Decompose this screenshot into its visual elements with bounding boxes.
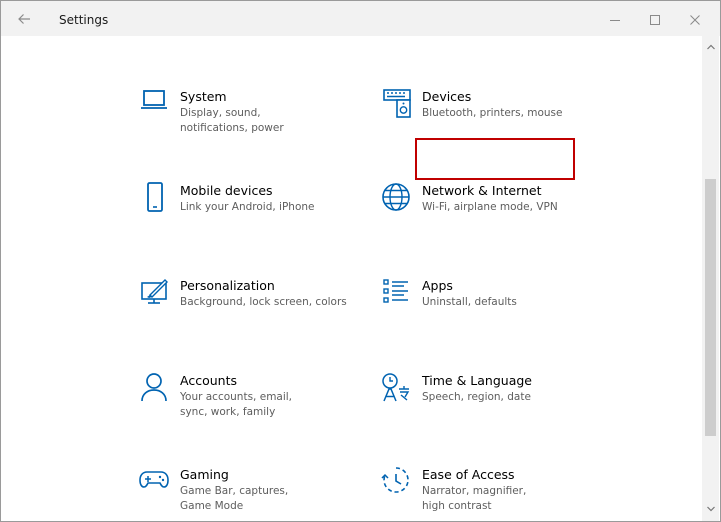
network-internet-tile[interactable]: Network & Internet Wi-Fi, airplane mode,… <box>378 182 558 216</box>
scroll-up-button[interactable] <box>705 42 716 52</box>
scroll-down-button[interactable] <box>705 504 716 514</box>
item-description: Speech, region, date <box>422 391 531 403</box>
item-title: Personalization <box>180 278 275 293</box>
time-language-icon <box>378 372 414 406</box>
item-description: Wi-Fi, airplane mode, VPN <box>422 201 558 213</box>
title-bar: Settings <box>1 1 720 36</box>
maximize-button[interactable] <box>635 7 675 33</box>
item-title: Network & Internet <box>422 183 542 198</box>
chevron-up-icon <box>706 44 715 50</box>
devices-tile[interactable]: Devices Bluetooth, printers, mouse <box>378 88 562 122</box>
scroll-thumb[interactable] <box>705 179 716 436</box>
item-title: Mobile devices <box>180 183 273 198</box>
maximize-icon <box>650 15 660 25</box>
ease-of-access-icon <box>378 466 414 500</box>
minimize-icon <box>610 20 620 21</box>
item-title: Accounts <box>180 373 237 388</box>
chevron-down-icon <box>706 506 715 512</box>
laptop-icon <box>136 88 172 122</box>
accounts-tile[interactable]: Accounts Your accounts, email, sync, wor… <box>136 372 320 420</box>
item-description: Narrator, magnifier, high contrast <box>422 485 527 512</box>
back-button[interactable] <box>9 7 39 31</box>
time-language-tile[interactable]: Time & Language Speech, region, date <box>378 372 532 406</box>
keyboard-speaker-icon <box>378 88 414 122</box>
mobile-devices-tile[interactable]: Mobile devices Link your Android, iPhone <box>136 182 315 216</box>
person-icon <box>136 372 172 406</box>
settings-content: System Display, sound, notifications, po… <box>1 36 701 521</box>
item-title: Time & Language <box>422 373 532 388</box>
item-title: Ease of Access <box>422 467 515 482</box>
personalization-tile[interactable]: Personalization Background, lock screen,… <box>136 277 347 311</box>
paint-screen-icon <box>136 277 172 311</box>
minimize-button[interactable] <box>595 7 635 33</box>
item-title: Devices <box>422 89 472 104</box>
item-description: Background, lock screen, colors <box>180 296 347 308</box>
settings-window: Settings System Display, sound, notifica… <box>0 0 721 522</box>
network-highlight-box <box>415 138 575 180</box>
system-tile[interactable]: System Display, sound, notifications, po… <box>136 88 330 136</box>
item-description: Game Bar, captures, Game Mode <box>180 485 289 512</box>
item-description: Bluetooth, printers, mouse <box>422 107 563 119</box>
gaming-tile[interactable]: Gaming Game Bar, captures, Game Mode <box>136 466 315 514</box>
phone-icon <box>136 182 172 216</box>
gamepad-icon <box>136 466 172 500</box>
globe-icon <box>378 182 414 216</box>
item-description: Uninstall, defaults <box>422 296 517 308</box>
window-title: Settings <box>59 13 109 27</box>
apps-tile[interactable]: Apps Uninstall, defaults <box>378 277 517 311</box>
ease-of-access-tile[interactable]: Ease of Access Narrator, magnifier, high… <box>378 466 552 514</box>
item-title: Apps <box>422 278 453 293</box>
item-description: Link your Android, iPhone <box>180 201 315 213</box>
item-description: Display, sound, notifications, power <box>180 107 284 134</box>
item-description: Your accounts, email, sync, work, family <box>180 391 293 418</box>
vertical-scrollbar[interactable] <box>702 36 719 521</box>
back-arrow-icon <box>18 14 30 24</box>
close-button[interactable] <box>675 7 715 33</box>
item-title: Gaming <box>180 467 229 482</box>
item-title: System <box>180 89 227 104</box>
close-icon <box>690 15 700 25</box>
apps-list-icon <box>378 277 414 311</box>
